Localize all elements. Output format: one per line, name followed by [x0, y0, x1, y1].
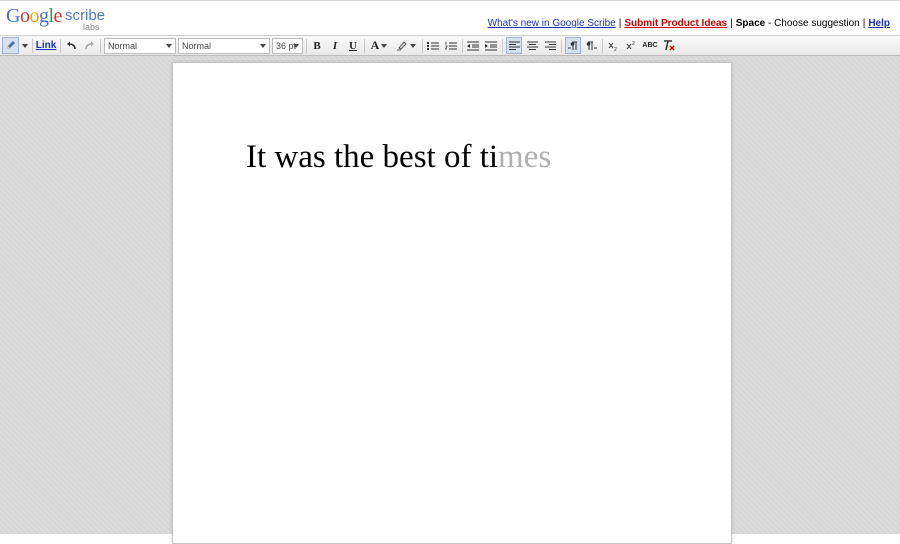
toolbar-divider: [32, 39, 33, 53]
font-size-select[interactable]: 36 pt: [272, 38, 303, 54]
pencil-icon: [7, 41, 15, 49]
autocomplete-toggle-button[interactable]: [2, 37, 19, 54]
clear-format-icon: [664, 40, 675, 51]
link-separator: |: [862, 18, 866, 29]
google-letter: e: [53, 5, 63, 27]
submit-ideas-link[interactable]: Submit Product Ideas: [624, 18, 727, 29]
document-body-text[interactable]: It was the best of times: [246, 137, 551, 177]
typed-text: It was the best of ti: [246, 139, 499, 175]
toolbar-divider: [561, 39, 562, 53]
insert-link-button[interactable]: Link: [35, 37, 57, 54]
link-label: Link: [35, 40, 57, 51]
underline-button[interactable]: U: [345, 37, 361, 54]
shortcut-key: Space: [735, 18, 766, 29]
align-left-button[interactable]: [506, 37, 522, 54]
toolbar-divider: [502, 39, 503, 53]
toolbar-divider: [422, 39, 423, 53]
rtl-icon: [586, 41, 597, 50]
numbered-list-button[interactable]: [443, 37, 459, 54]
google-scribe-logo[interactable]: Google scribe labs: [6, 5, 106, 35]
chevron-down-icon: [166, 44, 172, 48]
bold-icon: B: [313, 39, 321, 52]
align-center-icon: [526, 41, 538, 50]
labs-badge: labs: [83, 22, 100, 32]
document-page[interactable]: It was the best of times: [172, 62, 732, 544]
shortcut-hint: - Choose suggestion: [765, 18, 860, 29]
toolbar-divider: [100, 39, 101, 53]
clear-formatting-button[interactable]: [661, 37, 677, 54]
toolbar-divider: [60, 39, 61, 53]
chevron-down-icon: [22, 43, 28, 48]
formatting-toolbar: Link Normal Normal 36 pt B I U A 2 2 ABC: [0, 35, 900, 56]
google-letter: o: [29, 5, 39, 27]
outdent-button[interactable]: [465, 37, 481, 54]
chevron-down-icon: [260, 44, 266, 48]
google-wordmark: Google: [6, 5, 62, 27]
superscript-icon: 2: [626, 41, 635, 49]
align-right-icon: [544, 41, 556, 50]
toolbar-divider: [462, 39, 463, 53]
italic-button[interactable]: I: [327, 37, 343, 54]
align-right-button[interactable]: [542, 37, 558, 54]
text-color-button[interactable]: A: [367, 37, 391, 54]
redo-icon: [84, 41, 94, 50]
right-to-left-button[interactable]: [583, 37, 599, 54]
bullet-list-button[interactable]: [425, 37, 441, 54]
chevron-down-icon: [381, 43, 388, 48]
numbered-list-icon: [445, 41, 457, 49]
link-separator: |: [618, 18, 622, 29]
app-header: Google scribe labs What's new in Google …: [0, 0, 900, 35]
align-center-button[interactable]: [524, 37, 540, 54]
google-letter: G: [6, 5, 20, 27]
autocomplete-menu-button[interactable]: [19, 37, 29, 54]
autocomplete-suggestion[interactable]: mes: [498, 139, 551, 175]
header-links: What's new in Google Scribe | Submit Produ…: [488, 17, 890, 31]
superscript-button[interactable]: 2: [623, 37, 639, 54]
spellcheck-icon: ABC: [642, 42, 658, 49]
help-link[interactable]: Help: [868, 18, 890, 29]
italic-icon: I: [332, 39, 338, 52]
highlight-color-button[interactable]: [393, 37, 419, 54]
font-family-value: Normal: [182, 41, 212, 51]
bold-button[interactable]: B: [309, 37, 325, 54]
text-color-icon: A: [370, 38, 380, 52]
paragraph-style-value: Normal: [108, 41, 138, 51]
ltr-icon: [567, 41, 577, 50]
undo-icon: [66, 41, 76, 50]
subscript-icon: 2: [608, 42, 617, 51]
chevron-down-icon: [410, 43, 416, 48]
svg-text:2: 2: [614, 47, 617, 51]
underline-icon: U: [349, 39, 357, 52]
spellcheck-button[interactable]: ABC: [641, 37, 659, 54]
toolbar-divider: [364, 39, 365, 53]
bullet-list-icon: [427, 41, 439, 50]
whats-new-link[interactable]: What's new in Google Scribe: [488, 18, 616, 29]
svg-text:2: 2: [632, 41, 635, 47]
paragraph-style-select[interactable]: Normal: [104, 38, 176, 54]
highlight-icon: [397, 41, 407, 51]
document-workspace: It was the best of times: [0, 56, 900, 544]
indent-button[interactable]: [483, 37, 499, 54]
toolbar-divider: [602, 39, 603, 53]
indent-icon: [485, 41, 497, 50]
chevron-down-icon: [293, 44, 299, 48]
redo-button[interactable]: [81, 37, 97, 54]
link-separator: |: [730, 18, 733, 29]
outdent-icon: [467, 41, 479, 50]
left-to-right-button[interactable]: [565, 37, 581, 54]
toolbar-divider: [306, 39, 307, 53]
align-left-icon: [508, 41, 520, 50]
subscript-button[interactable]: 2: [605, 37, 621, 54]
undo-button[interactable]: [63, 37, 79, 54]
font-family-select[interactable]: Normal: [178, 38, 270, 54]
